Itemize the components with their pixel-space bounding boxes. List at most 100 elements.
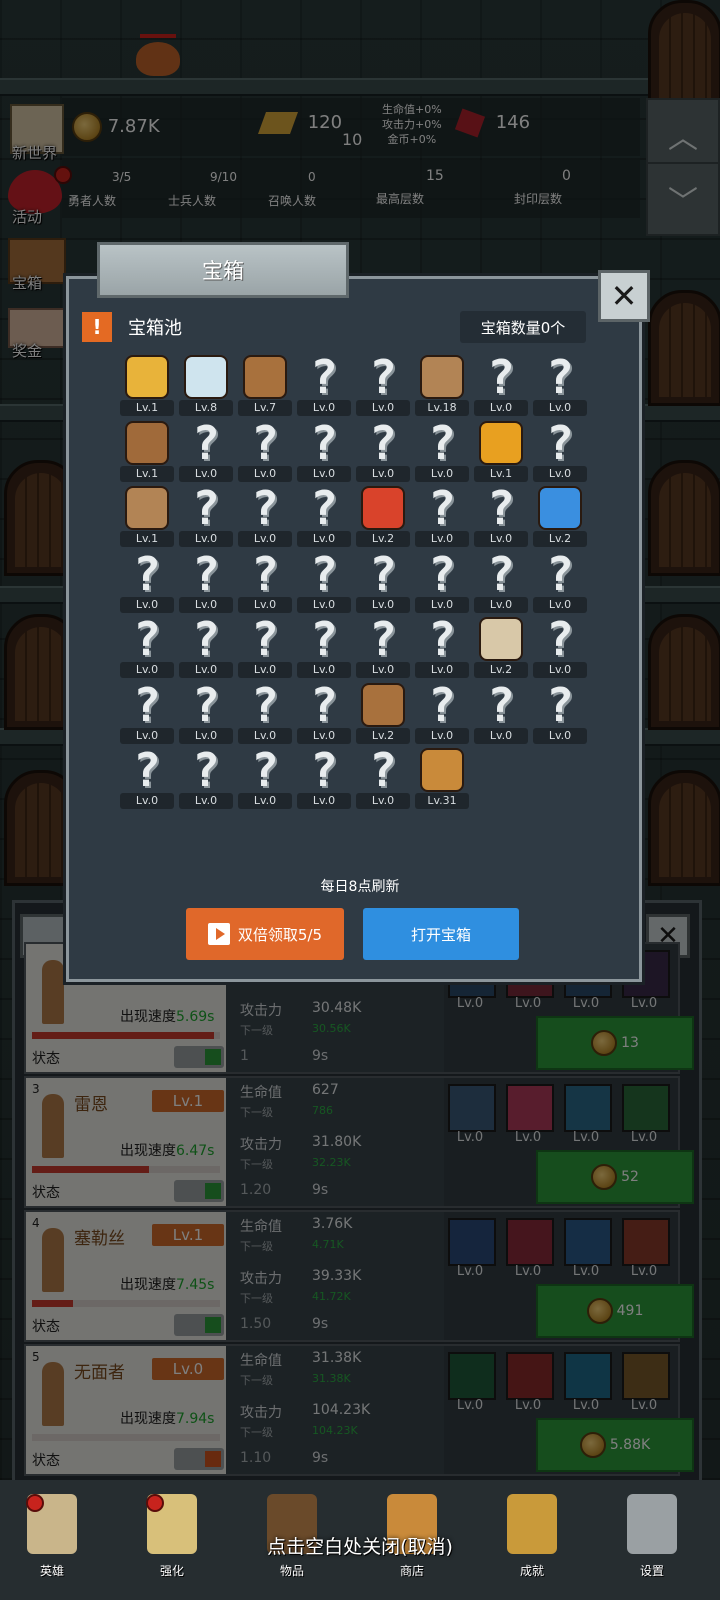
pool-item[interactable]: Lv.1 xyxy=(118,354,176,420)
unknown-icon: ? xyxy=(428,546,456,601)
unknown-icon: ? xyxy=(251,481,279,535)
pool-item[interactable]: ? Lv.0 xyxy=(236,616,294,682)
item-level: Lv.0 xyxy=(297,793,351,809)
pool-item[interactable]: Lv.31 xyxy=(413,747,471,813)
pool-item[interactable]: ? Lv.0 xyxy=(236,682,294,748)
pool-item[interactable]: ? Lv.0 xyxy=(118,616,176,682)
unknown-icon: ? xyxy=(310,612,338,666)
pool-item[interactable]: ? Lv.0 xyxy=(295,420,353,486)
pool-item[interactable]: ? Lv.0 xyxy=(354,551,412,617)
unknown-icon: ? xyxy=(133,546,161,601)
pool-item[interactable]: ? Lv.0 xyxy=(472,551,530,617)
item-level: Lv.0 xyxy=(533,662,587,678)
pool-item[interactable]: Lv.1 xyxy=(472,420,530,486)
item-level: Lv.0 xyxy=(238,727,292,744)
pool-item[interactable]: ? Lv.0 xyxy=(118,747,176,813)
pool-item[interactable]: ? Lv.0 xyxy=(177,616,235,682)
unknown-icon: ? xyxy=(546,350,574,404)
unknown-icon: ? xyxy=(369,612,397,666)
blue-potion-icon xyxy=(537,485,583,531)
pool-item[interactable]: ? Lv.0 xyxy=(413,485,471,551)
pool-item[interactable]: ? Lv.0 xyxy=(531,616,589,682)
item-level: Lv.2 xyxy=(356,727,410,744)
close-icon: ✕ xyxy=(610,277,638,315)
unknown-icon: ? xyxy=(251,415,279,470)
item-level: Lv.0 xyxy=(179,793,233,809)
pool-item[interactable]: ? Lv.0 xyxy=(236,747,294,813)
pool-item[interactable]: Lv.2 xyxy=(472,616,530,682)
pool-item[interactable]: ? Lv.0 xyxy=(177,485,235,551)
pool-item[interactable]: Lv.1 xyxy=(118,485,176,551)
pool-item[interactable]: ? Lv.0 xyxy=(118,551,176,617)
pool-item[interactable]: ? Lv.0 xyxy=(531,420,589,486)
item-level: Lv.0 xyxy=(356,400,410,416)
modal-title: 宝箱 xyxy=(97,242,349,298)
pool-item[interactable]: Lv.18 xyxy=(413,354,471,420)
item-level: Lv.1 xyxy=(120,400,174,416)
item-level: Lv.0 xyxy=(120,727,174,744)
item-level: Lv.0 xyxy=(474,596,528,613)
pool-item[interactable]: ? Lv.0 xyxy=(413,616,471,682)
double-claim-button[interactable]: 双倍领取5/5 xyxy=(186,908,344,960)
pool-item[interactable]: Lv.2 xyxy=(354,682,412,748)
item-level: Lv.31 xyxy=(415,793,469,809)
pool-item[interactable]: ? Lv.0 xyxy=(295,551,353,617)
pool-item[interactable]: ? Lv.0 xyxy=(472,682,530,748)
modal-close-button[interactable]: ✕ xyxy=(598,270,650,322)
item-level: Lv.0 xyxy=(238,531,292,547)
pool-item[interactable]: ? Lv.0 xyxy=(531,354,589,420)
pool-item[interactable]: ? Lv.0 xyxy=(118,682,176,748)
pool-item[interactable]: ? Lv.0 xyxy=(177,682,235,748)
unknown-icon: ? xyxy=(310,743,338,797)
leather-armor-icon xyxy=(360,682,406,728)
item-level: Lv.0 xyxy=(356,662,410,678)
pool-item[interactable]: ? Lv.0 xyxy=(354,616,412,682)
pool-item[interactable]: ? Lv.0 xyxy=(295,747,353,813)
pool-item[interactable]: ? Lv.0 xyxy=(531,551,589,617)
item-level: Lv.0 xyxy=(179,727,233,744)
item-level: Lv.0 xyxy=(297,662,351,678)
pool-item[interactable]: Lv.1 xyxy=(118,420,176,486)
pool-item[interactable]: ? Lv.0 xyxy=(177,551,235,617)
pool-item[interactable]: ? Lv.0 xyxy=(354,747,412,813)
item-level: Lv.0 xyxy=(415,465,469,482)
video-icon xyxy=(207,923,230,945)
pool-item[interactable]: Lv.2 xyxy=(531,485,589,551)
info-icon[interactable]: ! xyxy=(82,312,112,342)
pool-item[interactable]: Lv.2 xyxy=(354,485,412,551)
open-chest-button[interactable]: 打开宝箱 xyxy=(363,908,519,960)
pool-item[interactable]: ? Lv.0 xyxy=(177,747,235,813)
item-level: Lv.0 xyxy=(238,596,292,613)
pool-item[interactable]: Lv.8 xyxy=(177,354,235,420)
pool-item[interactable]: ? Lv.0 xyxy=(236,485,294,551)
pool-item[interactable]: ? Lv.0 xyxy=(236,420,294,486)
item-level: Lv.0 xyxy=(179,465,233,482)
unknown-icon: ? xyxy=(428,415,456,470)
item-level: Lv.0 xyxy=(415,727,469,744)
unknown-icon: ? xyxy=(251,546,279,601)
pool-item[interactable]: ? Lv.0 xyxy=(354,420,412,486)
pool-item[interactable]: ? Lv.0 xyxy=(413,551,471,617)
item-level: Lv.1 xyxy=(120,531,174,547)
pool-item[interactable]: ? Lv.0 xyxy=(472,354,530,420)
pool-item[interactable]: ? Lv.0 xyxy=(531,682,589,748)
unknown-icon: ? xyxy=(546,677,574,732)
pool-item[interactable]: ? Lv.0 xyxy=(413,682,471,748)
pool-item[interactable]: ? Lv.0 xyxy=(295,616,353,682)
pool-item[interactable]: ? Lv.0 xyxy=(413,420,471,486)
pool-item[interactable]: ? Lv.0 xyxy=(295,485,353,551)
pool-item[interactable]: ? Lv.0 xyxy=(236,551,294,617)
pool-item[interactable]: ? Lv.0 xyxy=(354,354,412,420)
pool-item[interactable]: ? Lv.0 xyxy=(295,354,353,420)
unknown-icon: ? xyxy=(428,677,456,732)
unknown-icon: ? xyxy=(192,415,220,470)
item-level: Lv.0 xyxy=(474,400,528,416)
notification-dot xyxy=(26,1494,44,1512)
boot-icon xyxy=(124,420,170,466)
pool-item[interactable]: ? Lv.0 xyxy=(177,420,235,486)
pool-item[interactable]: Lv.7 xyxy=(236,354,294,420)
item-level: Lv.0 xyxy=(120,596,174,613)
pool-item[interactable]: ? Lv.0 xyxy=(295,682,353,748)
pool-item[interactable]: ? Lv.0 xyxy=(472,485,530,551)
red-potion-icon xyxy=(360,485,406,531)
